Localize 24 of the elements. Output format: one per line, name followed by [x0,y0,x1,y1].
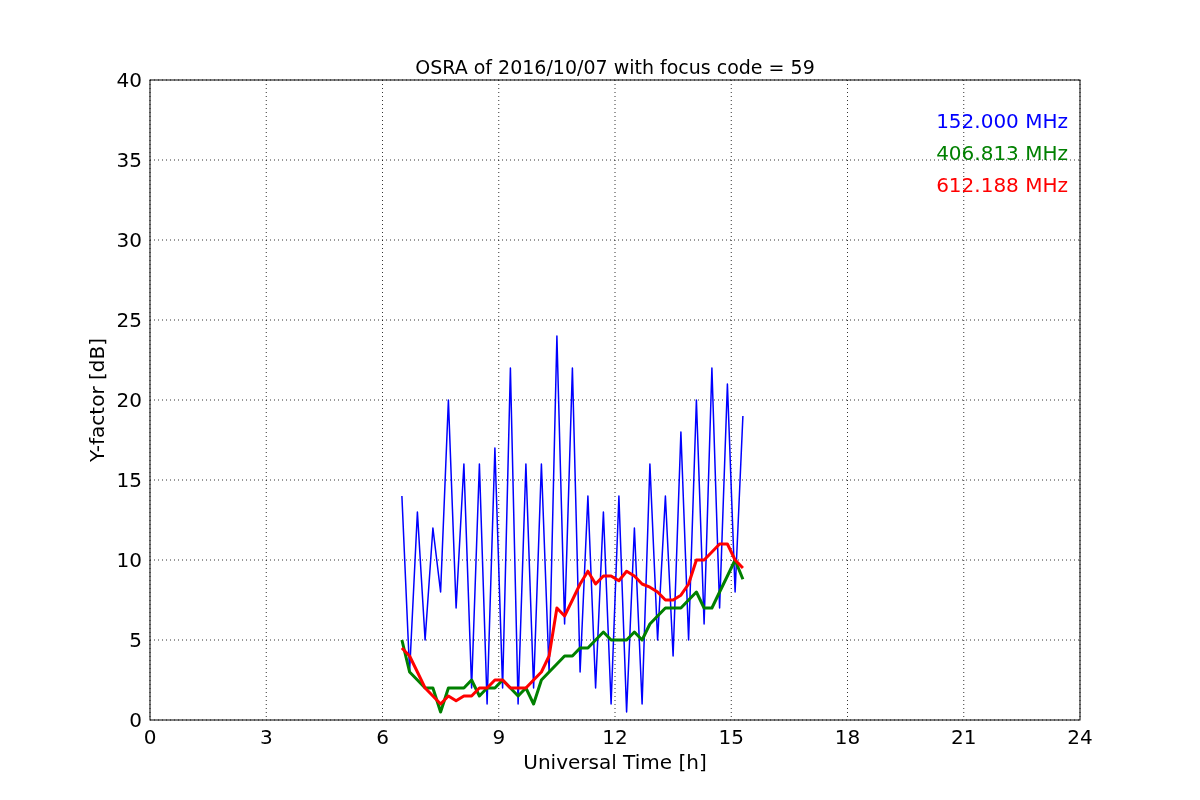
y-tick-label: 10 [116,548,142,572]
y-tick-label: 5 [129,628,142,652]
legend-label: 406.813 MHz [936,141,1068,165]
x-tick-label: 6 [376,725,389,749]
y-tick-label: 25 [116,308,142,332]
y-tick-label: 35 [116,148,142,172]
chart-title: OSRA of 2016/10/07 with focus code = 59 [415,56,815,78]
x-tick-label: 0 [143,725,157,749]
y-tick-label: 20 [116,388,142,412]
x-tick-label: 18 [834,725,861,749]
x-axis-label: Universal Time [h] [523,750,707,774]
y-tick-label: 40 [116,68,142,92]
x-tick-label: 9 [492,725,506,749]
x-tick-label: 24 [1067,725,1093,749]
y-tick-label: 30 [116,228,142,252]
y-tick-label: 0 [129,708,142,732]
x-tick-label: 15 [718,725,744,749]
legend-label: 152.000 MHz [936,109,1068,133]
x-tick-label: 3 [259,725,273,749]
x-tick-label: 21 [951,725,977,749]
y-axis-label: Y-factor [dB] [85,338,109,462]
x-tick-label: 12 [602,725,628,749]
legend-label: 612.188 MHz [936,173,1068,197]
y-tick-label: 15 [116,468,142,492]
